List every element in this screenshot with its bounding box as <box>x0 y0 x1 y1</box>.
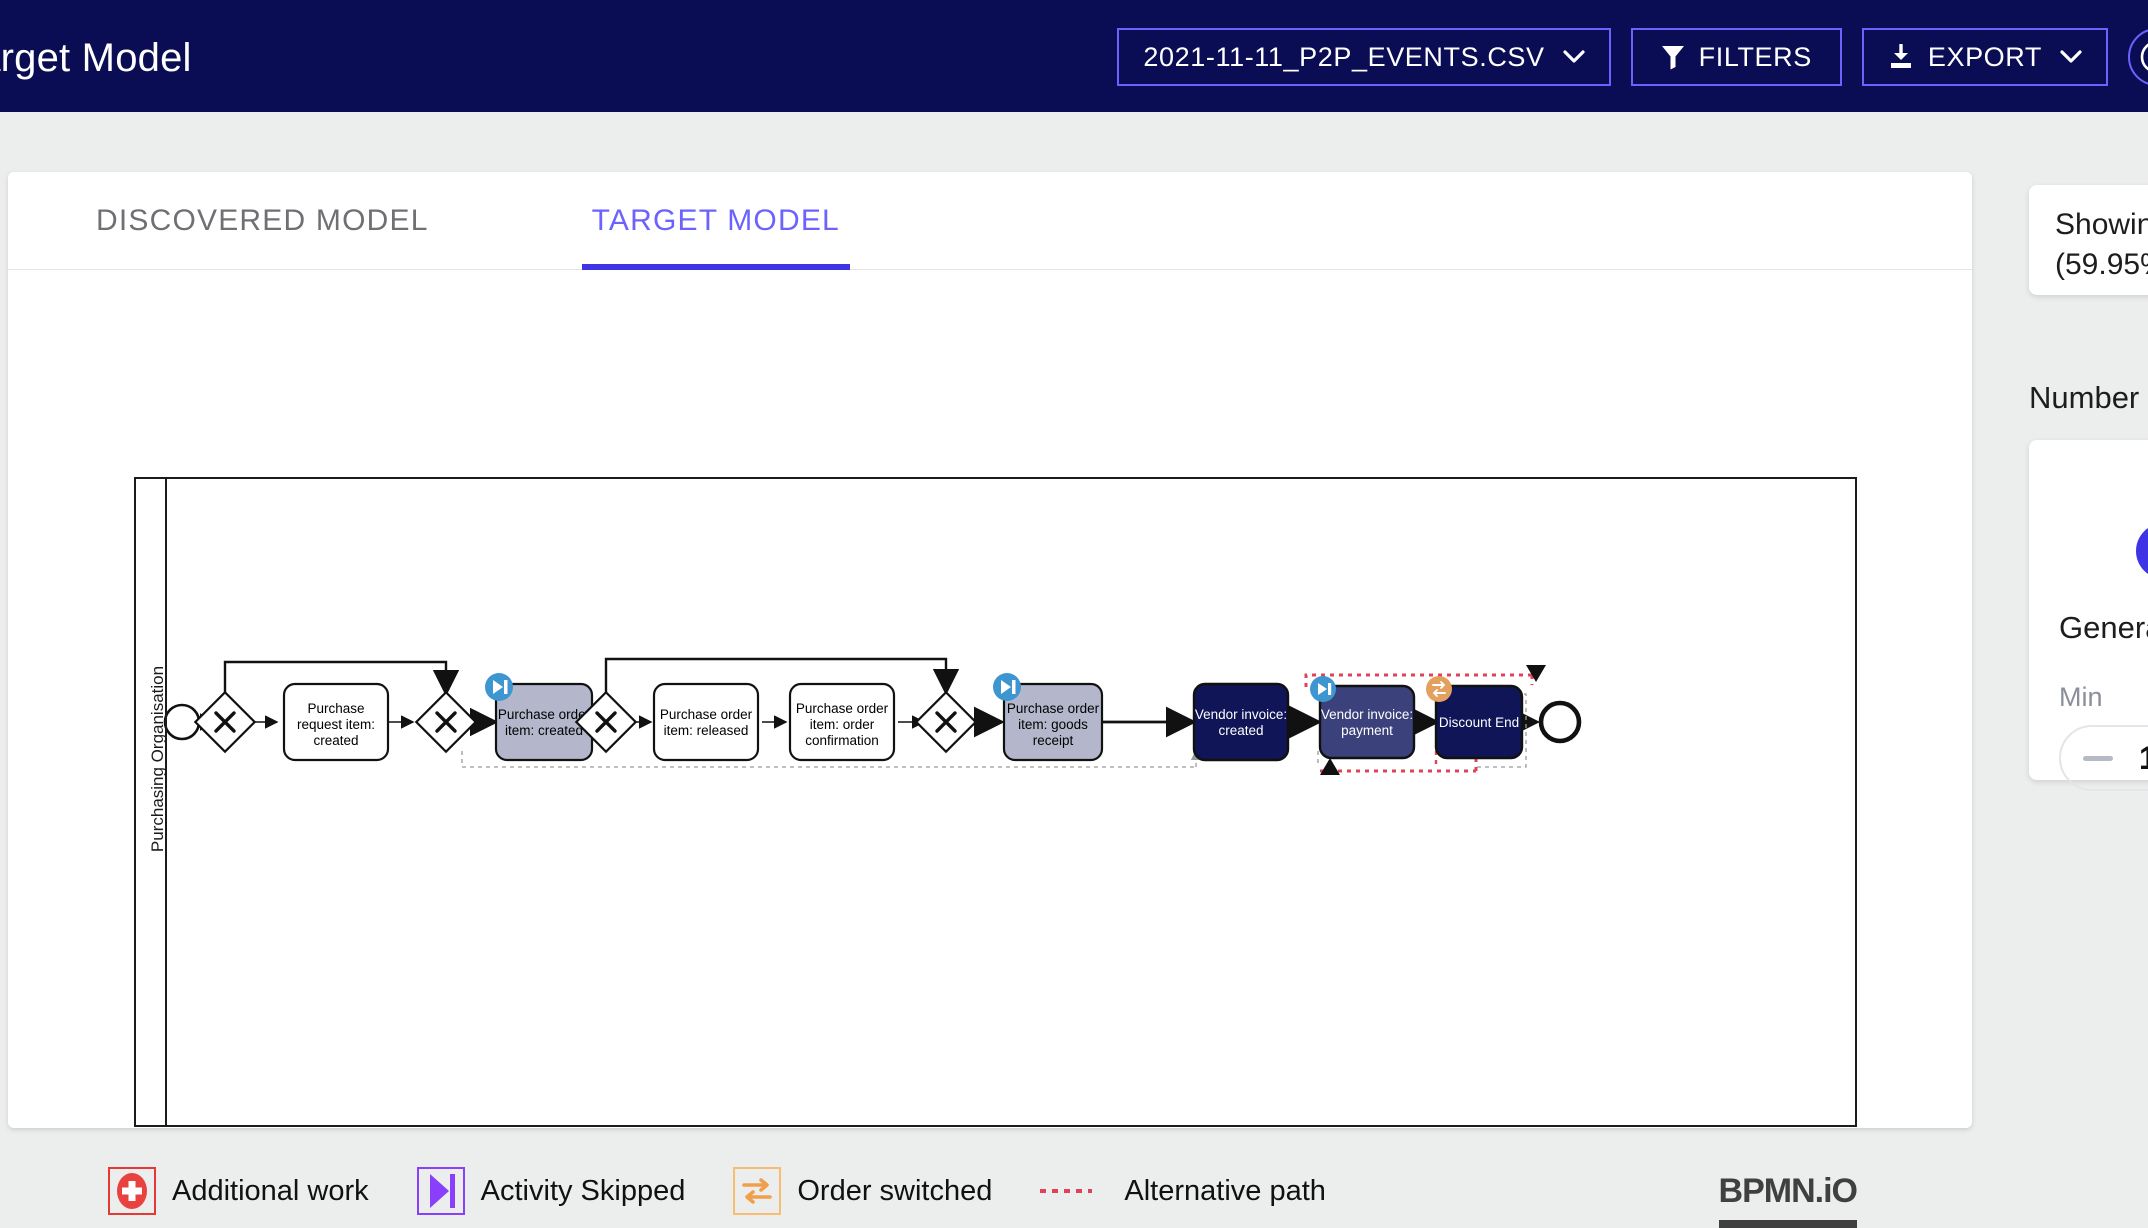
top-app-bar: Target Model 2021-11-11_P2P_EVENTS.CSV F… <box>0 0 2148 112</box>
task-discount-end: Discount End <box>1426 676 1524 760</box>
showing-line-1: Showing <box>2055 208 2148 241</box>
minus-icon[interactable] <box>2083 755 2113 761</box>
svg-text:created: created <box>313 733 358 748</box>
download-icon <box>1888 44 1914 70</box>
file-select-label: 2021-11-11_P2P_EVENTS.CSV <box>1143 41 1545 72</box>
svg-text:Purchase: Purchase <box>307 701 364 716</box>
task-vendor-invoice-created: Vendor invoice: created <box>1192 682 1290 762</box>
general-label: General <box>2059 610 2148 645</box>
svg-text:request item:: request item: <box>297 717 375 732</box>
tab-bar: DISCOVERED MODEL TARGET MODEL <box>8 172 1972 270</box>
filters-label: FILTERS <box>1698 41 1812 72</box>
help-button[interactable]: ? <box>2128 28 2148 86</box>
svg-text:confirmation: confirmation <box>805 733 879 748</box>
svg-text:item: released: item: released <box>664 723 749 738</box>
sidebar-section-heading: Number o <box>2029 380 2148 415</box>
legend-item-alternative-path: Alternative path <box>1040 1175 1326 1208</box>
task-purchase-order-item-released: Purchase order item: released <box>652 682 760 762</box>
general-preview-icon <box>2059 514 2148 588</box>
plus-circle-icon <box>108 1167 156 1215</box>
task-purchase-order-item-order-confirmation: Purchase order item: order confirmation <box>788 682 896 762</box>
model-card: DISCOVERED MODEL TARGET MODEL Frequency … <box>8 172 1972 1228</box>
min-label: Min <box>2059 682 2103 712</box>
dotted-line-icon <box>1040 1189 1093 1193</box>
general-count: 1 <box>2059 464 2148 500</box>
bpmn-graph: Purchase request item: created Purchase … <box>163 657 1582 775</box>
general-settings-card: 1 General Min 1 <box>2029 440 2148 791</box>
bpmn-canvas[interactable]: Purchasing Organisation Purchase request… <box>134 477 1857 1127</box>
funnel-icon <box>1661 44 1685 70</box>
tab-target-model[interactable]: TARGET MODEL <box>581 172 851 270</box>
event-circle-icon <box>2136 523 2148 579</box>
export-label: EXPORT <box>1927 41 2042 72</box>
legend-item-activity-skipped: Activity Skipped <box>416 1167 686 1215</box>
diagram-legend: Additional work Activity Skipped Order s… <box>108 1167 1374 1215</box>
task-purchase-order-item-goods-receipt: Purchase order item: goods receipt <box>993 673 1104 762</box>
end-event <box>1538 700 1582 744</box>
tab-discovered-model-label: DISCOVERED MODEL <box>96 203 429 237</box>
export-button[interactable]: EXPORT <box>1861 28 2108 86</box>
svg-text:Purchase order: Purchase order <box>796 701 889 716</box>
tab-discovered-model[interactable]: DISCOVERED MODEL <box>86 172 439 270</box>
page-title: Target Model <box>0 36 192 80</box>
order-switched-badge[interactable] <box>1426 676 1452 702</box>
showing-summary-card: Showing (59.95%) <box>2029 185 2148 295</box>
svg-text:item: order: item: order <box>810 717 875 732</box>
legend-label: Additional work <box>172 1174 369 1207</box>
file-select-button[interactable]: 2021-11-11_P2P_EVENTS.CSV <box>1117 28 1611 86</box>
svg-text:receipt: receipt <box>1033 733 1074 748</box>
activity-skipped-badge[interactable] <box>993 673 1021 701</box>
showing-line-2: (59.95%) <box>2055 247 2148 281</box>
svg-text:Purchase order: Purchase order <box>1007 701 1100 716</box>
xor-gateway-2 <box>414 690 478 754</box>
task-vendor-invoice-payment: Vendor invoice: payment <box>1310 676 1416 760</box>
task-purchase-request-item-created: Purchase request item: created <box>282 682 390 762</box>
min-stepper[interactable]: 1 <box>2059 725 2148 791</box>
toolbar-actions: 2021-11-11_P2P_EVENTS.CSV FILTERS EXPORT <box>1117 28 2148 86</box>
legend-label: Alternative path <box>1124 1174 1326 1207</box>
swap-arrows-icon <box>733 1167 782 1215</box>
legend-item-additional-work: Additional work <box>108 1167 369 1215</box>
min-value[interactable]: 1 <box>2139 740 2148 777</box>
tab-target-model-label: TARGET MODEL <box>591 203 840 237</box>
svg-text:item: goods: item: goods <box>1018 717 1088 732</box>
svg-text:item: created: item: created <box>505 723 583 738</box>
svg-text:Purchase order: Purchase order <box>498 707 591 722</box>
svg-text:payment: payment <box>1341 723 1393 738</box>
legend-label: Order switched <box>797 1174 993 1207</box>
bpmn-io-watermark: BPMN.iO <box>1718 1172 1858 1228</box>
pool-label: Purchasing Organisation <box>148 665 167 853</box>
chevron-down-icon <box>1563 50 1585 64</box>
svg-text:Vendor invoice:: Vendor invoice: <box>1195 707 1287 722</box>
help-circle-icon: ? <box>2140 40 2148 74</box>
svg-text:Discount End: Discount End <box>1439 715 1519 730</box>
task-purchase-order-item-created: Purchase order item: created <box>485 673 594 762</box>
xor-gateway-4 <box>914 690 978 754</box>
legend-item-order-switched: Order switched <box>733 1167 992 1215</box>
svg-text:Vendor invoice:: Vendor invoice: <box>1321 707 1413 722</box>
legend-label: Activity Skipped <box>480 1174 686 1207</box>
svg-text:created: created <box>1218 723 1263 738</box>
activity-skipped-badge[interactable] <box>485 673 513 701</box>
skip-icon <box>416 1167 465 1215</box>
xor-gateway-1 <box>193 690 257 754</box>
chevron-down-icon <box>2060 50 2082 64</box>
filters-button[interactable]: FILTERS <box>1630 28 1842 86</box>
svg-text:Purchase order: Purchase order <box>660 707 753 722</box>
activity-skipped-badge[interactable] <box>1310 676 1336 702</box>
